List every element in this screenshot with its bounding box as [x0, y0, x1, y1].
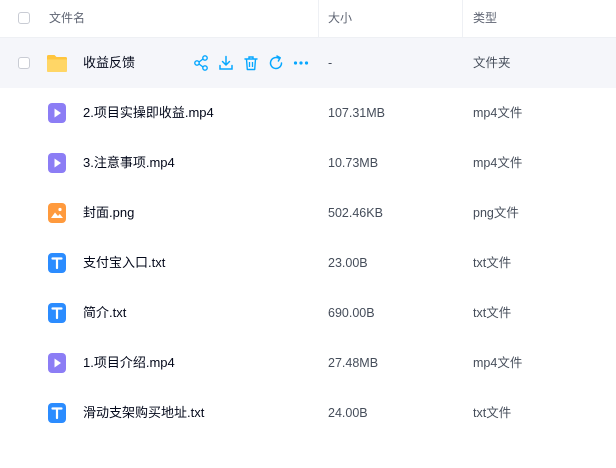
file-size: 690.00B	[328, 306, 375, 320]
table-row[interactable]: 支付宝入口.txt 23.00B txt文件	[0, 238, 616, 288]
table-row[interactable]: 3.注意事项.mp4 10.73MB mp4文件	[0, 138, 616, 188]
delete-icon[interactable]	[242, 54, 260, 72]
column-divider[interactable]	[318, 0, 319, 37]
row-actions	[192, 54, 310, 72]
file-list: 文件名 大小 类型 收益反馈 - 文件夹 2.项目实操即收益.mp4 107.3…	[0, 0, 616, 468]
select-all-checkbox[interactable]	[18, 12, 30, 24]
list-header: 文件名 大小 类型	[0, 0, 616, 38]
file-name[interactable]: 2.项目实操即收益.mp4	[83, 88, 214, 138]
file-size: -	[328, 56, 333, 70]
share-icon[interactable]	[192, 54, 210, 72]
header-size[interactable]: 大小	[328, 0, 352, 37]
column-divider[interactable]	[462, 0, 463, 37]
file-type: 文件夹	[473, 56, 511, 70]
download-icon[interactable]	[217, 54, 235, 72]
file-name[interactable]: 收益反馈	[83, 38, 135, 88]
file-type: mp4文件	[473, 106, 523, 120]
table-row[interactable]: 2.项目实操即收益.mp4 107.31MB mp4文件	[0, 88, 616, 138]
table-row[interactable]: 1.项目介绍.mp4 27.48MB mp4文件	[0, 338, 616, 388]
file-type: txt文件	[473, 406, 512, 420]
text-file-icon	[48, 403, 66, 423]
table-row[interactable]: 滑动支架购买地址.txt 24.00B txt文件	[0, 388, 616, 438]
file-type: txt文件	[473, 256, 512, 270]
move-icon[interactable]	[267, 54, 285, 72]
file-size: 502.46KB	[328, 206, 383, 220]
file-size: 10.73MB	[328, 156, 379, 170]
file-type: png文件	[473, 206, 519, 220]
header-type[interactable]: 类型	[473, 0, 497, 37]
file-name[interactable]: 简介.txt	[83, 288, 126, 338]
video-file-icon	[48, 153, 66, 173]
file-type: mp4文件	[473, 156, 523, 170]
header-name[interactable]: 文件名	[49, 0, 85, 37]
file-size: 24.00B	[328, 406, 368, 420]
image-file-icon	[48, 203, 66, 223]
file-name[interactable]: 封面.png	[83, 188, 134, 238]
video-file-icon	[48, 103, 66, 123]
text-file-icon	[48, 303, 66, 323]
table-row[interactable]: 简介.txt 690.00B txt文件	[0, 288, 616, 338]
file-size: 107.31MB	[328, 106, 385, 120]
file-type: txt文件	[473, 306, 512, 320]
table-row[interactable]: 封面.png 502.46KB png文件	[0, 188, 616, 238]
folder-icon	[47, 55, 67, 72]
text-file-icon	[48, 253, 66, 273]
more-icon[interactable]	[292, 54, 310, 72]
file-size: 27.48MB	[328, 356, 379, 370]
table-row[interactable]: 收益反馈 - 文件夹	[0, 38, 616, 88]
file-name[interactable]: 1.项目介绍.mp4	[83, 338, 175, 388]
file-name[interactable]: 支付宝入口.txt	[83, 238, 165, 288]
row-checkbox[interactable]	[18, 57, 30, 69]
file-type: mp4文件	[473, 356, 523, 370]
video-file-icon	[48, 353, 66, 373]
file-name[interactable]: 滑动支架购买地址.txt	[83, 388, 204, 438]
file-name[interactable]: 3.注意事项.mp4	[83, 138, 175, 188]
file-size: 23.00B	[328, 256, 368, 270]
